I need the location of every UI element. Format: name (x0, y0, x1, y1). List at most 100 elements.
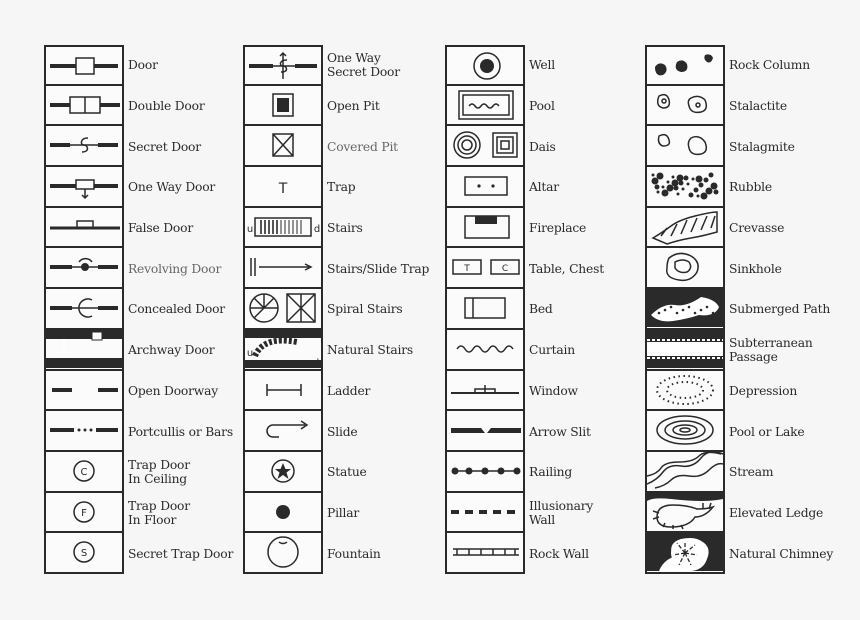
legend-item-revolving-door: Revolving Door (44, 248, 233, 290)
double-door-icon (44, 85, 124, 127)
arrow-slit-symbol (451, 428, 521, 434)
legend-item-one-way-door: One Way Door (44, 167, 233, 208)
legend-label: Arrow Slit (529, 424, 591, 439)
legend-item-archway-door: Archway Door (44, 329, 233, 371)
legend-item-open-pit: Open Pit (243, 85, 429, 127)
svg-text:C: C (502, 264, 508, 274)
legend-label: Trap (327, 180, 356, 195)
legend-label: One Way Secret Door (327, 51, 400, 80)
revolving-door-icon (44, 248, 124, 290)
legend-label: Rock Column (729, 58, 810, 73)
legend-label: Double Door (128, 99, 205, 114)
fountain-symbol (267, 536, 299, 568)
stream-icon (645, 451, 725, 493)
arrow-slit-icon (445, 411, 525, 452)
slide-symbol (266, 420, 309, 438)
legend-item-natural-stairs: u d Natural Stairs (243, 329, 429, 371)
table-chest-icon: TC (445, 248, 525, 290)
one-way-door-icon (44, 167, 124, 208)
legend-label: Trap Door In Floor (128, 498, 190, 527)
legend-label: Secret Trap Door (128, 546, 234, 561)
fireplace-symbol (464, 215, 510, 239)
curtain-icon (445, 329, 525, 371)
legend-item-table-chest: T C Table, Chest (445, 248, 604, 290)
legend-item-stalactite: Stalactite (645, 85, 833, 127)
stalactite-icon (645, 85, 725, 127)
svg-text:u: u (247, 348, 253, 359)
portcullis-symbol (50, 428, 118, 433)
legend-item-rock-column: Rock Column (645, 45, 833, 86)
legend-column: One Way Secret Door Open Pit Covered Pit T T… (243, 45, 429, 574)
legend-item-depression: Depression (645, 370, 833, 412)
stairs-slide-trap-symbol (250, 258, 313, 277)
sinkhole-icon (645, 248, 725, 290)
slide-icon (243, 411, 323, 452)
pillar-icon (243, 492, 323, 534)
secret-door-icon (44, 126, 124, 168)
archway-door-symbol (46, 329, 122, 368)
stalactite-symbol (656, 93, 708, 113)
legend-column: Well Pool Dais Altar Fireplace T C Table, Chest… (445, 45, 604, 574)
legend-label: Revolving Door (128, 261, 222, 276)
depression-icon (645, 370, 725, 412)
legend-label: Altar (529, 180, 559, 195)
covered-pit-icon (243, 126, 323, 168)
false-door-symbol (50, 220, 120, 230)
legend-label: Subterranean Passage (729, 336, 813, 365)
legend-item-portcullis: Portcullis or Bars (44, 411, 233, 452)
stairs-symbol: ud (247, 217, 320, 237)
legend-item-stairs: u d Stairs (243, 207, 429, 249)
legend-item-concealed-door: Concealed Door (44, 289, 233, 330)
statue-symbol (271, 459, 295, 483)
fireplace-icon (445, 207, 525, 249)
legend-label: Railing (529, 465, 573, 480)
legend-item-fireplace: Fireplace (445, 207, 604, 249)
window-icon (445, 370, 525, 412)
legend-item-stairs-slide-trap: Stairs/Slide Trap (243, 248, 429, 290)
legend-item-window: Window (445, 370, 604, 412)
legend-label: Stalagmite (729, 139, 795, 154)
legend-label: Fountain (327, 546, 381, 561)
pillar-symbol (276, 504, 290, 519)
archway-door-icon (44, 329, 124, 371)
svg-text:d: d (314, 224, 320, 235)
legend-item-submerged-path: Submerged Path (645, 289, 833, 330)
dais-icon (445, 126, 525, 168)
legend-item-arrow-slit: Arrow Slit (445, 411, 604, 452)
elevated-ledge-symbol (647, 492, 723, 529)
natural-chimney-icon (645, 533, 725, 574)
svg-text:C: C (81, 467, 88, 478)
legend-item-ladder: Ladder (243, 370, 429, 412)
legend-label: Window (529, 383, 578, 398)
natural-stairs-symbol: ud (245, 329, 321, 368)
well-icon (445, 45, 525, 86)
natural-stairs-icon: ud (243, 329, 323, 371)
legend-label: Stream (729, 465, 774, 480)
legend-label: Submerged Path (729, 302, 831, 317)
svg-text:u: u (247, 224, 253, 235)
legend-item-sinkhole: Sinkhole (645, 248, 833, 290)
open-pit-icon (243, 85, 323, 127)
stairs-icon: ud (243, 207, 323, 249)
legend-item-curtain: Curtain (445, 329, 604, 371)
revolving-door-symbol (50, 258, 118, 272)
covered-pit-symbol (272, 133, 294, 158)
legend-label: Ladder (327, 383, 371, 398)
legend-item-altar: Altar (445, 167, 604, 208)
legend-label: One Way Door (128, 180, 216, 195)
legend-label: Rubble (729, 180, 772, 195)
legend-item-covered-pit: Covered Pit (243, 126, 429, 168)
curtain-symbol (456, 345, 514, 353)
legend-item-rubble: Rubble (645, 167, 833, 208)
legend-label: Stairs (327, 221, 363, 236)
legend-label: Secret Door (128, 139, 201, 154)
door-icon (44, 45, 124, 86)
legend-label: Archway Door (128, 343, 215, 358)
pool-or-lake-symbol (656, 415, 714, 445)
window-symbol (451, 384, 519, 394)
well-symbol (473, 52, 501, 80)
legend-item-rock-wall: Rock Wall (445, 533, 604, 574)
concealed-door-icon (44, 289, 124, 330)
rubble-icon (645, 167, 725, 208)
subterranean-passage-icon (645, 329, 725, 371)
